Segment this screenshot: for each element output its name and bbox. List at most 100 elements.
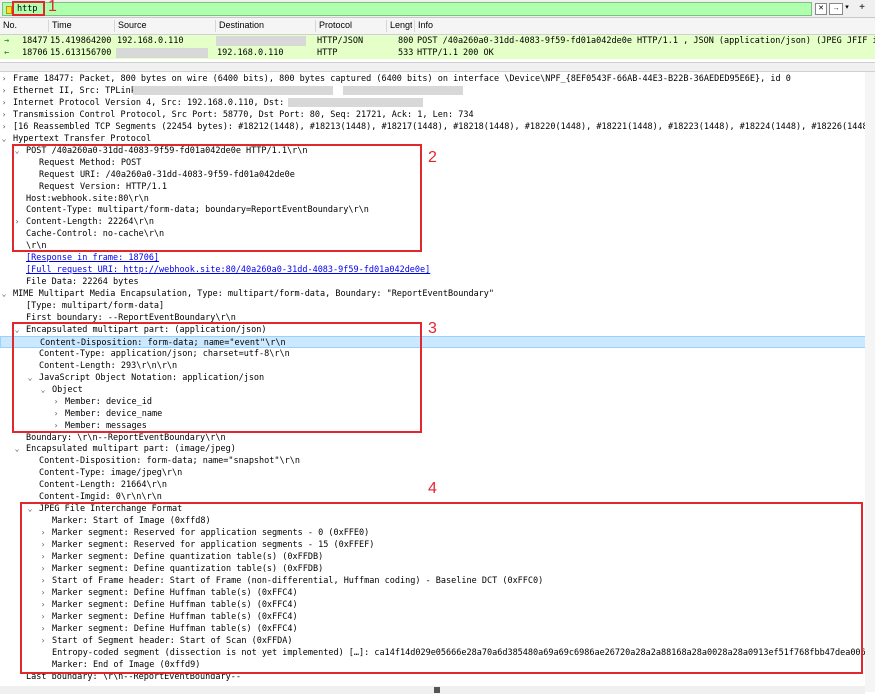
column-header-no[interactable]: No. [0,20,17,32]
clear-filter-button[interactable]: ✕ [815,3,827,15]
add-filter-button[interactable]: + [856,2,868,14]
tree-line[interactable]: › Marker segment: Reserved for applicatio… [0,527,875,539]
tree-line[interactable]: Content-Type: application/json; charset=… [0,348,875,360]
collapse-chevron-icon[interactable]: › [39,575,47,587]
tree-line[interactable]: ⌄ POST /40a260a0-31dd-4083-9f59-fd01a042d… [0,145,875,157]
collapse-chevron-icon[interactable]: › [39,623,47,635]
vertical-scrollbar[interactable] [865,72,875,692]
tree-line[interactable]: ⌄ JPEG File Interchange Format [0,503,875,515]
tree-line[interactable]: › Member: device_name [0,408,875,420]
tree-link[interactable]: [Full request URI: http://webhook.site:8… [26,264,430,276]
collapse-chevron-icon[interactable]: › [52,396,60,408]
collapse-chevron-icon[interactable]: › [39,599,47,611]
tree-line[interactable]: › Start of Frame header: Start of Frame (… [0,575,875,587]
tree-line[interactable]: › Marker segment: Define Huffman table(s)… [0,611,875,623]
collapse-chevron-icon[interactable]: › [39,635,47,647]
expand-chevron-icon[interactable]: ⌄ [13,145,21,157]
tree-line[interactable]: Content-Imgid: 0\r\n\r\n [0,491,875,503]
expand-chevron-icon[interactable]: ⌄ [26,372,34,384]
packet-row[interactable]: → 18477 15.419864200 192.168.0.110 HTTP/… [0,35,875,47]
tree-line[interactable]: › [16 Reassembled TCP Segments (22454 byt… [0,121,875,133]
column-header-protocol[interactable]: Protocol [315,20,352,32]
tree-line[interactable]: ⌄ Hypertext Transfer Protocol [0,133,875,145]
collapse-chevron-icon[interactable]: › [39,587,47,599]
collapse-chevron-icon[interactable]: › [39,563,47,575]
tree-line[interactable]: Content-Type: multipart/form-data; bound… [0,204,875,216]
tree-line[interactable]: Content-Type: image/jpeg\r\n [0,467,875,479]
tree-line[interactable]: › Member: device_id [0,396,875,408]
tree-line[interactable]: Content-Length: 21664\r\n [0,479,875,491]
tree-line[interactable]: \r\n [0,240,875,252]
tree-line[interactable]: › Marker segment: Define Huffman table(s)… [0,623,875,635]
collapse-chevron-icon[interactable]: › [39,527,47,539]
tree-line[interactable]: › Marker segment: Define Huffman table(s)… [0,599,875,611]
expand-chevron-icon[interactable]: ⌄ [13,443,21,455]
tree-line[interactable]: Content-Disposition: form-data; name="sn… [0,455,875,467]
tree-link[interactable]: [Response in frame: 18706] [26,252,159,264]
tree-line[interactable]: ⌄ MIME Multipart Media Encapsulation, Typ… [0,288,875,300]
expand-chevron-icon[interactable]: ⌄ [39,384,47,396]
column-header-info[interactable]: Info [414,20,433,32]
tree-line[interactable]: First boundary: --ReportEventBoundary\r\… [0,312,875,324]
collapse-chevron-icon[interactable]: › [52,408,60,420]
tree-line[interactable]: Request Version: HTTP/1.1 [0,181,875,193]
packet-row[interactable]: ← 18706 15.613156700 192.168.0.110 HTTP … [0,47,875,59]
tree-line[interactable]: Request URI: /40a260a0-31dd-4083-9f59-fd… [0,169,875,181]
tree-line[interactable]: ⌄ JavaScript Object Notation: application… [0,372,875,384]
tree-line[interactable]: ⌄ Encapsulated multipart part: (applicati… [0,324,875,336]
tree-line[interactable]: [Response in frame: 18706] [0,252,875,264]
tree-line[interactable]: Content-Length: 293\r\n\r\n [0,360,875,372]
column-header-time[interactable]: Time [48,20,72,32]
expand-chevron-icon[interactable]: ⌄ [0,133,8,145]
annotation-number-2: 2 [428,149,437,166]
tree-line[interactable]: [Type: multipart/form-data] [0,300,875,312]
display-filter-input[interactable]: http [2,2,812,16]
scroll-thumb[interactable] [434,687,440,693]
column-header-source[interactable]: Source [114,20,147,32]
tree-line[interactable]: Host:webhook.site:80\r\n [0,193,875,205]
tree-line[interactable]: File Data: 22264 bytes [0,276,875,288]
tree-line[interactable]: › Frame 18477: Packet, 800 bytes on wire … [0,73,875,85]
tree-line[interactable]: › Content-Length: 22264\r\n [0,216,875,228]
tree-line[interactable]: Marker: End of Image (0xffd9) [0,659,875,671]
collapse-chevron-icon[interactable]: › [39,611,47,623]
tree-line[interactable]: Last boundary: \r\n--ReportEventBoundary… [0,671,875,683]
bookmark-icon[interactable] [6,6,12,14]
tree-line[interactable]: Marker: Start of Image (0xffd8) [0,515,875,527]
tree-line[interactable]: › Internet Protocol Version 4, Src: 192.1… [0,97,875,109]
tree-line[interactable]: › Transmission Control Protocol, Src Port… [0,109,875,121]
tree-line[interactable]: Request Method: POST [0,157,875,169]
collapse-chevron-icon[interactable]: › [13,216,21,228]
apply-filter-button[interactable]: → [829,3,843,15]
tree-line[interactable]: › Marker segment: Define quantization tab… [0,551,875,563]
tree-line[interactable]: › Marker segment: Define Huffman table(s)… [0,587,875,599]
collapse-chevron-icon[interactable]: › [0,73,8,85]
horizontal-scrollbar[interactable] [0,686,865,694]
collapse-chevron-icon[interactable]: › [39,551,47,563]
column-header-length[interactable]: Length [386,20,412,32]
column-header-destination[interactable]: Destination [215,20,264,32]
collapse-chevron-icon[interactable]: › [52,420,60,432]
filter-history-dropdown[interactable]: ▾ [843,3,851,13]
expand-chevron-icon[interactable]: ⌄ [0,288,8,300]
tree-line[interactable]: ⌄ Encapsulated multipart part: (image/jpe… [0,443,875,455]
expand-chevron-icon[interactable]: ⌄ [26,503,34,515]
expand-chevron-icon[interactable]: ⌄ [13,324,21,336]
tree-line[interactable]: Boundary: \r\n--ReportEventBoundary\r\n [0,432,875,444]
collapse-chevron-icon[interactable]: › [0,85,8,97]
tree-line[interactable]: › Marker segment: Reserved for applicatio… [0,539,875,551]
collapse-chevron-icon[interactable]: › [0,97,8,109]
collapse-chevron-icon[interactable]: › [0,109,8,121]
collapse-chevron-icon[interactable]: › [0,121,8,133]
tree-line[interactable]: ⌄ Object [0,384,875,396]
tree-line[interactable]: Content-Disposition: form-data; name="ev… [0,335,875,348]
tree-line[interactable]: [Full request URI: http://webhook.site:8… [0,264,875,276]
tree-line[interactable]: Cache-Control: no-cache\r\n [0,228,875,240]
tree-line[interactable]: Entropy-coded segment (dissection is not… [0,647,875,659]
tree-text: Internet Protocol Version 4, Src: 192.16… [13,97,285,108]
tree-line[interactable]: › Member: messages [0,420,875,432]
tree-line[interactable]: › Start of Segment header: Start of Scan … [0,635,875,647]
tree-line[interactable]: › Marker segment: Define quantization tab… [0,563,875,575]
collapse-chevron-icon[interactable]: › [39,539,47,551]
packet-info: HTTP/1.1 200 OK [417,48,494,58]
